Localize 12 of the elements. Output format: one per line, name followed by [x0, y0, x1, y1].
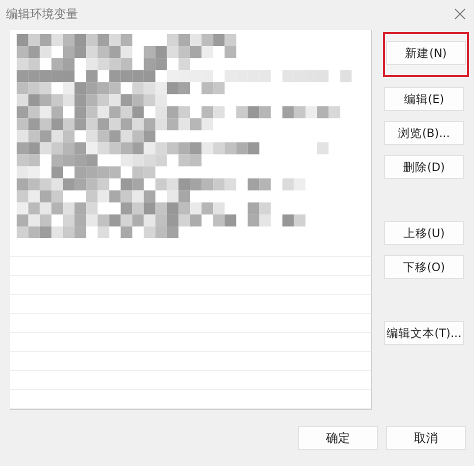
dialog-button[interactable]: 取消	[386, 426, 466, 450]
dialog-button[interactable]: 确定	[298, 426, 378, 450]
close-icon[interactable]	[454, 8, 466, 20]
action-button[interactable]: 编辑(E)	[384, 87, 464, 111]
action-button[interactable]: 下移(O)	[384, 255, 464, 279]
action-button[interactable]: 浏览(B)...	[384, 121, 464, 145]
variable-list[interactable]	[10, 30, 372, 410]
action-button[interactable]: 上移(U)	[384, 221, 464, 245]
action-button[interactable]: 编辑文本(T)...	[384, 321, 464, 345]
action-button[interactable]: 删除(D)	[384, 155, 464, 179]
window-title: 编辑环境变量	[6, 6, 78, 22]
action-button[interactable]: 新建(N)	[386, 41, 466, 65]
